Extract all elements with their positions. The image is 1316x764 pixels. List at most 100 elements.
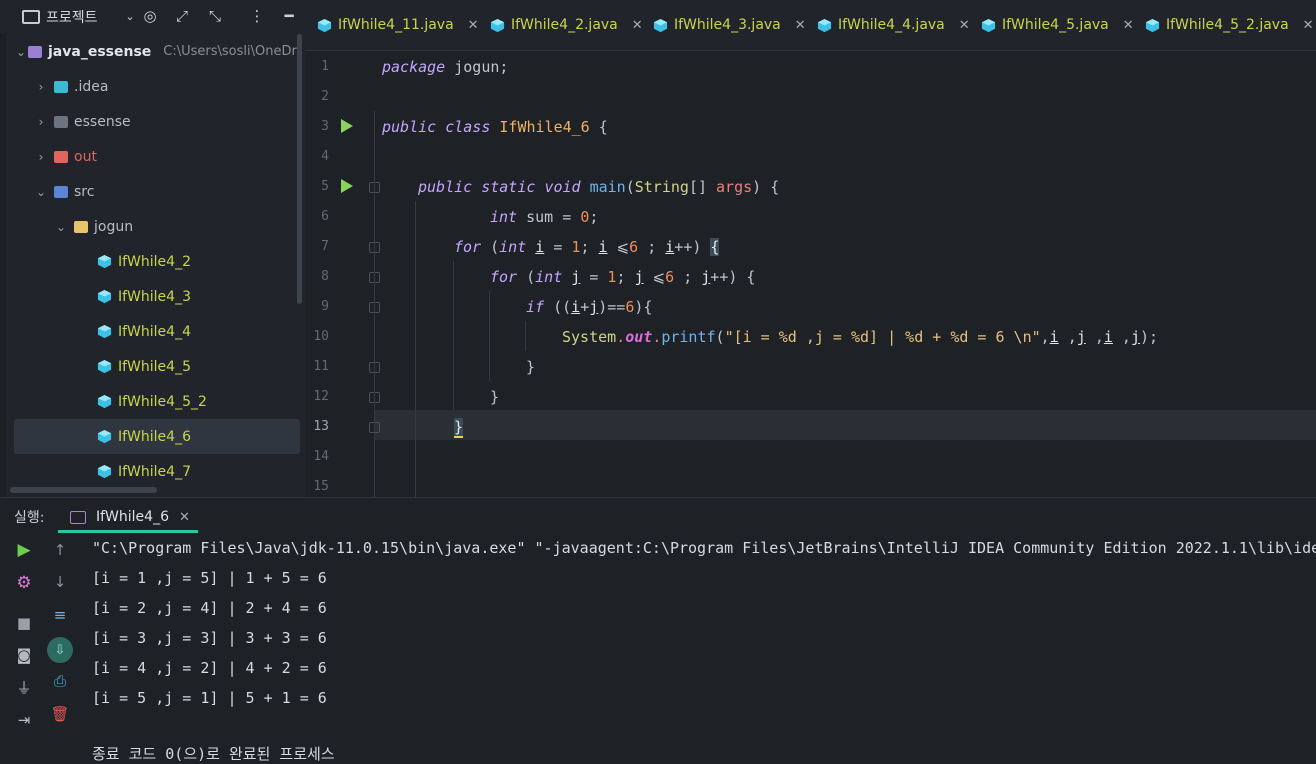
tree-root-java-essense[interactable]: ⌄ java_essense C:\Users\sosli\OneDr xyxy=(0,34,305,69)
print-icon[interactable]: ⎙ xyxy=(50,671,70,691)
indent-guide xyxy=(453,261,454,411)
chevron-right-icon[interactable]: › xyxy=(34,150,48,164)
collapse-all-icon[interactable]: ⤡ xyxy=(205,6,225,26)
code-token: . xyxy=(652,328,662,346)
chevron-right-icon[interactable]: › xyxy=(34,80,48,94)
scroll-to-end-icon[interactable]: ⇩ xyxy=(47,637,73,663)
java-class-icon xyxy=(1145,18,1160,32)
tree-item-ifwhile4-6[interactable]: IfWhile4_6 xyxy=(14,419,300,454)
arrow-down-icon[interactable]: ↓ xyxy=(50,572,70,592)
tree-item-ifwhile4-3[interactable]: IfWhile4_3 xyxy=(0,279,305,314)
java-class-icon xyxy=(817,18,832,32)
tab-label: IfWhile4_11.java xyxy=(338,17,454,33)
indent-guide xyxy=(374,111,375,497)
source-folder-icon xyxy=(54,185,68,198)
code-token: jogun; xyxy=(445,58,509,76)
code-token: ; xyxy=(616,268,635,286)
target-icon[interactable]: ◎ xyxy=(140,6,160,26)
run-gutter-icon[interactable] xyxy=(341,119,353,133)
matched-brace: { xyxy=(710,238,720,256)
tree-item-essense[interactable]: › essense xyxy=(0,104,305,139)
console-line: [i = 4 ,j = 2] | 4 + 2 = 6 xyxy=(92,659,327,677)
chevron-down-icon[interactable]: ⌄ xyxy=(34,185,48,199)
tree-item-ifwhile4-7[interactable]: IfWhile4_7 xyxy=(0,454,305,489)
tab-ifwhile4-5-2[interactable]: IfWhile4_5_2.java ✕ xyxy=(1145,0,1314,50)
indent-guide xyxy=(489,291,490,381)
tree-item-label: IfWhile4_4 xyxy=(118,323,191,340)
expand-all-icon[interactable]: ⤢ xyxy=(172,6,192,26)
tree-item-ifwhile4-5-2[interactable]: IfWhile4_5_2 xyxy=(0,384,305,419)
code-token: j xyxy=(1076,328,1086,346)
close-icon[interactable]: ✕ xyxy=(1123,18,1134,33)
line-number: 8 xyxy=(321,269,329,284)
chevron-down-icon[interactable]: ⌄ xyxy=(120,6,140,26)
close-icon[interactable]: ✕ xyxy=(468,18,479,33)
line-number: 1 xyxy=(321,59,329,74)
code-editor[interactable]: 1 2 3 4 5 6 7 8 9 10 11 12 13 14 15 pack… xyxy=(305,51,1316,497)
indent-guide xyxy=(525,321,526,351)
java-class-icon xyxy=(97,324,112,339)
tree-item-label: IfWhile4_3 xyxy=(118,288,191,305)
project-panel-title[interactable]: 프로젝트 xyxy=(46,7,98,27)
chevron-down-icon[interactable]: ⌄ xyxy=(14,45,28,59)
tab-ifwhile4-4[interactable]: IfWhile4_4.java ✕ xyxy=(817,0,970,50)
project-horizontal-scrollbar[interactable] xyxy=(10,487,157,493)
tab-label: IfWhile4_5.java xyxy=(1002,17,1109,33)
camera-icon[interactable]: ◙ xyxy=(14,645,34,665)
tree-item-ifwhile4-5[interactable]: IfWhile4_5 xyxy=(0,349,305,384)
chevron-down-icon[interactable]: ⌄ xyxy=(54,220,68,234)
run-tab-ifwhile4-6[interactable]: IfWhile4_6 ✕ xyxy=(70,504,190,530)
close-icon[interactable]: ✕ xyxy=(632,18,643,33)
line-number: 13 xyxy=(313,419,329,434)
exit-icon[interactable]: ⇥ xyxy=(14,710,34,730)
tree-item-ifwhile4-2[interactable]: IfWhile4_2 xyxy=(0,244,305,279)
tree-item-ifwhile4-4[interactable]: IfWhile4_4 xyxy=(0,314,305,349)
code-token: = xyxy=(544,238,572,256)
chevron-right-icon[interactable]: › xyxy=(34,115,48,129)
tree-item-label: IfWhile4_2 xyxy=(118,253,191,270)
tab-label: IfWhile4_5_2.java xyxy=(1166,17,1289,33)
rerun-icon[interactable]: ▶ xyxy=(14,540,34,560)
run-gutter-icon[interactable] xyxy=(341,179,353,193)
code-token: . xyxy=(616,328,626,346)
plug-icon[interactable]: ⏚ xyxy=(14,677,34,697)
close-icon[interactable]: ✕ xyxy=(795,18,806,33)
soft-wrap-icon[interactable]: ≡ xyxy=(50,605,70,625)
stop-icon[interactable]: ■ xyxy=(14,613,34,633)
tree-item-out[interactable]: › out xyxy=(0,139,305,174)
close-icon[interactable]: ✕ xyxy=(1303,18,1314,33)
tree-item-label: IfWhile4_7 xyxy=(118,463,191,480)
close-icon[interactable]: ✕ xyxy=(179,510,190,525)
line-number: 7 xyxy=(321,239,329,254)
line-number: 11 xyxy=(313,359,329,374)
code-token: ; xyxy=(580,238,599,256)
code-token: printf xyxy=(661,328,716,346)
line-number: 5 xyxy=(321,179,329,194)
console-line: [i = 3 ,j = 3] | 3 + 3 = 6 xyxy=(92,629,327,647)
tab-ifwhile4-11[interactable]: IfWhile4_11.java ✕ xyxy=(317,0,479,50)
code-token: j xyxy=(701,268,711,286)
code-token: } xyxy=(490,388,500,406)
minimize-icon[interactable]: ━ xyxy=(279,6,299,26)
trash-icon[interactable]: 🗑 xyxy=(50,704,70,724)
tab-ifwhile4-2[interactable]: IfWhile4_2.java ✕ xyxy=(490,0,643,50)
idea-folder-icon xyxy=(54,80,68,93)
folder-icon xyxy=(54,115,68,128)
more-options-icon[interactable]: ⋮ xyxy=(247,6,267,26)
tab-ifwhile4-3[interactable]: IfWhile4_3.java ✕ xyxy=(653,0,806,50)
console-line: [i = 2 ,j = 4] | 2 + 4 = 6 xyxy=(92,599,327,617)
code-token: 6 xyxy=(665,268,675,286)
line-number: 9 xyxy=(321,299,329,314)
console-line: [i = 1 ,j = 5] | 1 + 5 = 6 xyxy=(92,569,327,587)
project-scrollbar[interactable] xyxy=(297,34,302,304)
settings-gear-icon[interactable]: ⚙ xyxy=(14,573,34,593)
arrow-up-icon[interactable]: ↑ xyxy=(50,540,70,560)
tab-ifwhile4-5[interactable]: IfWhile4_5.java ✕ xyxy=(981,0,1134,50)
code-token: static xyxy=(481,178,536,196)
tree-item-idea[interactable]: › .idea xyxy=(0,69,305,104)
code-token: ) { xyxy=(752,178,780,196)
close-icon[interactable]: ✕ xyxy=(959,18,970,33)
tree-item-src[interactable]: ⌄ src xyxy=(0,174,305,209)
tree-item-jogun[interactable]: ⌄ jogun xyxy=(0,209,305,244)
